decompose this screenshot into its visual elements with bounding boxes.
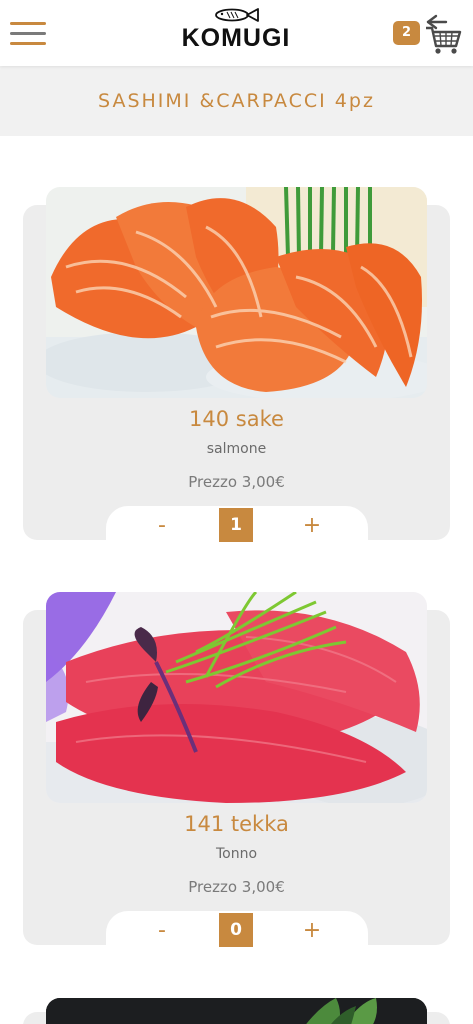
shopping-cart-icon[interactable]	[424, 12, 462, 56]
quantity-value: 1	[219, 508, 253, 542]
product-image-partial[interactable]	[46, 998, 427, 1024]
decrease-quantity-button[interactable]: -	[142, 511, 182, 541]
product-price: Prezzo 3,00€	[188, 473, 285, 491]
cart-count-badge[interactable]: 2	[393, 21, 420, 45]
increase-quantity-button[interactable]: +	[292, 511, 332, 541]
product-card: 140 sake salmone Prezzo 3,00€ - 1 +	[23, 187, 450, 546]
product-description: salmone	[206, 441, 267, 457]
quantity-stepper: - 1 +	[106, 506, 368, 546]
product-card: 141 tekka Tonno Prezzo 3,00€ - 0 +	[23, 592, 450, 951]
fish-icon	[215, 8, 259, 22]
decrease-quantity-button[interactable]: -	[142, 916, 182, 946]
product-image-tuna[interactable]	[46, 592, 427, 803]
category-title: SASHIMI &CARPACCI 4pz	[0, 66, 473, 136]
logo[interactable]: KOMUGI	[170, 8, 302, 58]
product-title: 140 sake	[189, 407, 284, 431]
app-header: KOMUGI 2	[0, 0, 473, 66]
product-image-salmon[interactable]	[46, 187, 427, 398]
hamburger-menu-icon[interactable]	[10, 22, 46, 48]
logo-text: KOMUGI	[181, 24, 291, 52]
product-title: 141 tekka	[184, 812, 289, 836]
product-description: Tonno	[215, 846, 258, 862]
increase-quantity-button[interactable]: +	[292, 916, 332, 946]
quantity-stepper: - 0 +	[106, 911, 368, 951]
quantity-value: 0	[219, 913, 253, 947]
product-price: Prezzo 3,00€	[188, 878, 285, 896]
